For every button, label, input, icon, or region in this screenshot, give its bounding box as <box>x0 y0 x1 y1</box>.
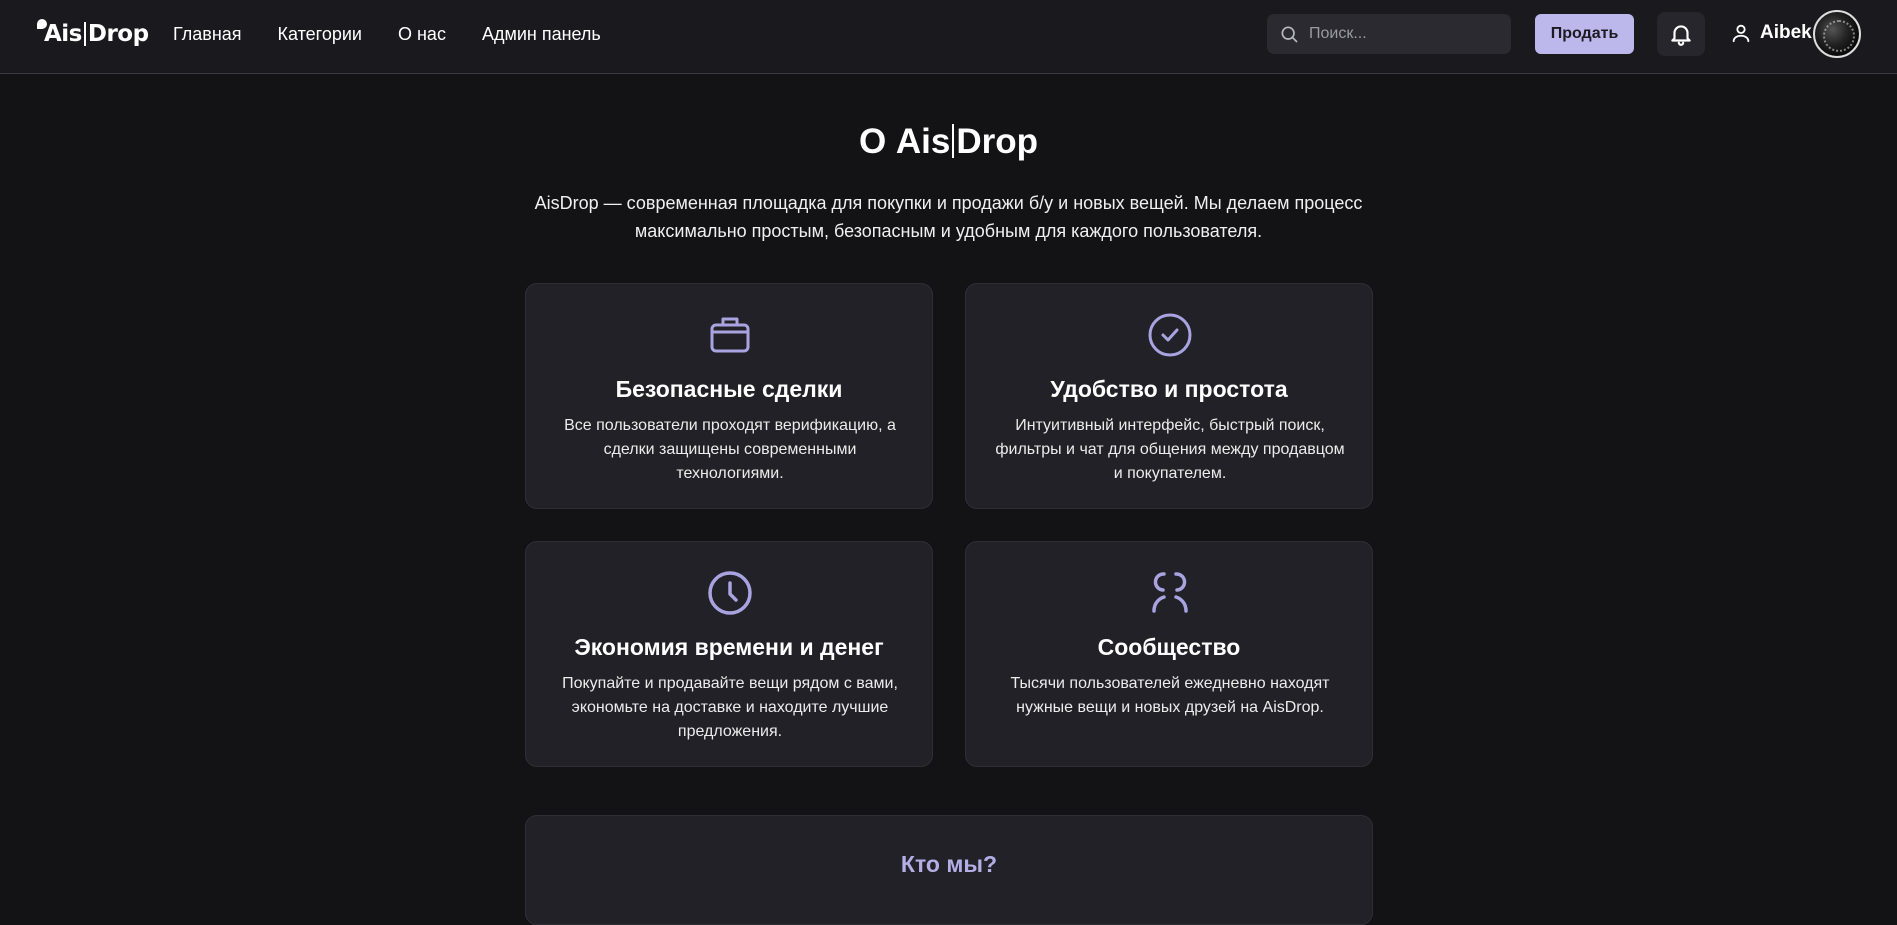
user-menu[interactable]: Aibek <box>1730 22 1812 44</box>
feature-card-savings: Экономия времени и денег Покупайте и про… <box>525 541 933 767</box>
title-brand-divider <box>952 124 955 158</box>
logo-text-left: Ais <box>44 21 82 47</box>
user-icon <box>1732 24 1750 43</box>
feature-text: Покупайте и продавайте вещи рядом с вами… <box>562 675 898 740</box>
nav-link-admin-panel[interactable]: Админ панель <box>482 22 601 46</box>
main-nav: Главная Категории О нас Админ панель <box>173 22 601 46</box>
username-label: Aibek <box>1760 22 1812 43</box>
aisdrop-logo[interactable]: Ais Drop <box>36 16 149 52</box>
logo-text-right: Drop <box>87 21 149 47</box>
top-navigation-bar: Ais Drop Главная Категории О нас Админ па… <box>0 0 1897 74</box>
clock-icon <box>708 571 752 615</box>
search-box[interactable] <box>1267 14 1511 54</box>
page-title-brand-right: Drop <box>956 122 1039 161</box>
briefcase-icon <box>710 317 750 353</box>
nav-link-home[interactable]: Главная <box>173 22 242 46</box>
search-icon <box>1281 26 1298 43</box>
intro-text: AisDrop — современная площадка для покуп… <box>534 193 1363 241</box>
feature-card-secure-deals: Безопасные сделки Все пользователи прохо… <box>525 283 933 509</box>
feature-card-community: Сообщество Тысячи пользователей ежедневн… <box>965 541 1373 767</box>
feature-title: Экономия времени и денег <box>574 634 884 660</box>
logo-mark-icon <box>37 19 47 29</box>
feature-title: Безопасные сделки <box>615 376 843 402</box>
feature-text: Все пользователи проходят верификацию, а… <box>564 417 896 482</box>
sell-button[interactable]: Продать <box>1535 14 1634 54</box>
logo-divider <box>83 22 86 46</box>
feature-card-convenience: Удобство и простота Интуитивный интерфей… <box>965 283 1373 509</box>
bell-icon <box>1671 25 1691 46</box>
feature-text: Интуитивный интерфейс, быстрый поиск, фи… <box>995 417 1345 482</box>
feature-title: Удобство и простота <box>1050 376 1288 402</box>
notifications-button[interactable] <box>1657 12 1705 56</box>
community-icon <box>1152 572 1188 613</box>
page-title-brand-left: Ais <box>895 122 951 161</box>
feature-text: Тысячи пользователей ежедневно находят н… <box>1010 675 1330 716</box>
page-title: О Ais Drop <box>0 122 1897 162</box>
check-circle-icon <box>1148 313 1192 357</box>
section-title: Кто мы? <box>900 851 998 877</box>
nav-link-categories[interactable]: Категории <box>278 22 362 46</box>
avatar[interactable] <box>1813 10 1861 58</box>
search-input[interactable] <box>1309 25 1499 43</box>
feature-title: Сообщество <box>1097 634 1241 660</box>
who-we-are-section: Кто мы? <box>525 815 1373 925</box>
page-title-prefix: О <box>858 122 896 161</box>
nav-link-about[interactable]: О нас <box>398 22 446 46</box>
